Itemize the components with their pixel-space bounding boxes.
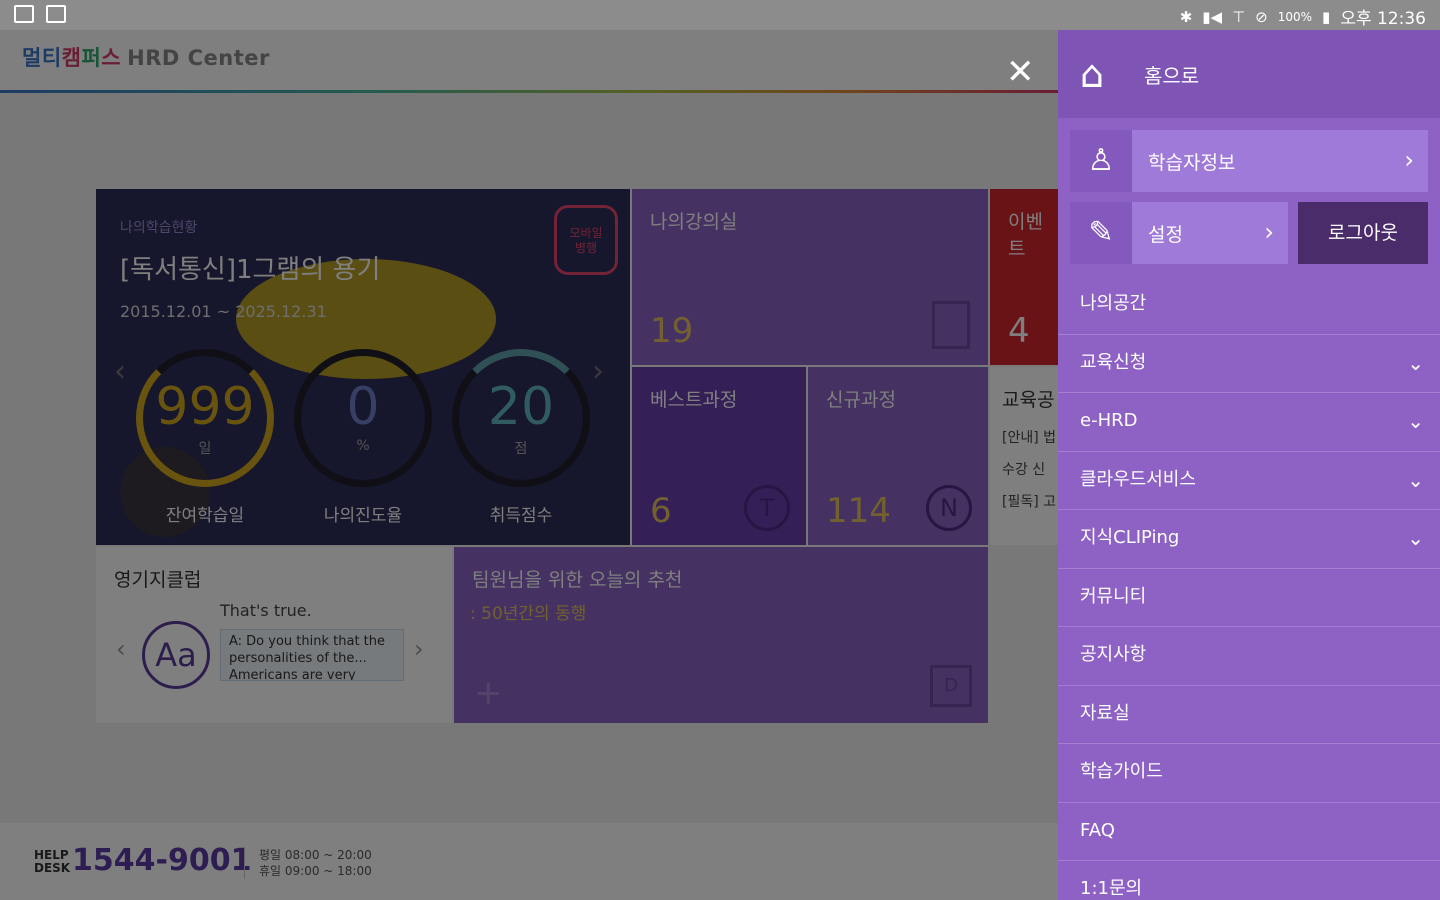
dim-overlay[interactable]	[0, 30, 1058, 900]
side-menu: ⌂ 홈으로 ♙ 학습자정보 › ✎ 설정 › 로그아웃 나의공간 교육신청 ⌄ e…	[1058, 30, 1440, 900]
menu-item-guide[interactable]: 학습가이드	[1058, 744, 1440, 803]
wifi-icon: ⊤	[1232, 7, 1246, 26]
menu-item-ehrd[interactable]: e-HRD ⌄	[1058, 393, 1440, 452]
status-left-icons	[14, 5, 66, 23]
mute-icon: ⊘	[1255, 7, 1268, 26]
bluetooth-icon: ✱	[1179, 7, 1193, 26]
chevron-down-icon: ⌄	[1407, 409, 1424, 433]
battery-percent: 100%	[1277, 9, 1313, 24]
settings-button[interactable]: ✎ 설정 ›	[1070, 202, 1288, 264]
clock: 오후 12:36	[1340, 9, 1426, 29]
chevron-right-icon: ›	[1264, 218, 1274, 246]
status-right: ✱ ▮◀ ⊤ ⊘ 100% ▮ 오후 12:36	[1179, 4, 1426, 30]
user-icon: ♙	[1070, 130, 1132, 192]
menu-item-library[interactable]: 자료실	[1058, 686, 1440, 744]
menu-item-notice[interactable]: 공지사항	[1058, 627, 1440, 686]
menu-item-knowledge-clip[interactable]: 지식CLIPing ⌄	[1058, 510, 1440, 569]
status-bar: ✱ ▮◀ ⊤ ⊘ 100% ▮ 오후 12:36	[0, 0, 1440, 30]
battery-icon: ▮	[1322, 7, 1331, 26]
menu-item-my-space[interactable]: 나의공간	[1058, 276, 1440, 335]
menu-item-inquiry[interactable]: 1:1문의	[1058, 861, 1440, 900]
chevron-down-icon: ⌄	[1407, 350, 1424, 375]
menu-item-faq[interactable]: FAQ	[1058, 803, 1440, 861]
gallery-icon	[14, 5, 34, 23]
signal-icon: ▮◀	[1202, 7, 1223, 26]
menu-item-course-apply[interactable]: 교육신청 ⌄	[1058, 335, 1440, 393]
logout-button[interactable]: 로그아웃	[1298, 202, 1428, 264]
wrench-icon: ✎	[1070, 202, 1132, 264]
screen-icon	[46, 5, 66, 23]
menu-list: 나의공간 교육신청 ⌄ e-HRD ⌄ 클라우드서비스 ⌄ 지식CLIPing ⌄ 커뮤…	[1058, 276, 1440, 900]
chevron-down-icon: ⌄	[1407, 467, 1424, 492]
menu-item-cloud-service[interactable]: 클라우드서비스 ⌄	[1058, 452, 1440, 510]
home-button[interactable]: ⌂ 홈으로	[1058, 30, 1440, 118]
chevron-right-icon: ›	[1404, 146, 1414, 174]
close-menu-icon[interactable]: ✕	[1006, 55, 1035, 89]
menu-item-community[interactable]: 커뮤니티	[1058, 569, 1440, 627]
learner-info-button[interactable]: ♙ 학습자정보 ›	[1070, 130, 1428, 192]
chevron-down-icon: ⌄	[1407, 526, 1424, 550]
home-icon: ⌂	[1080, 52, 1105, 96]
